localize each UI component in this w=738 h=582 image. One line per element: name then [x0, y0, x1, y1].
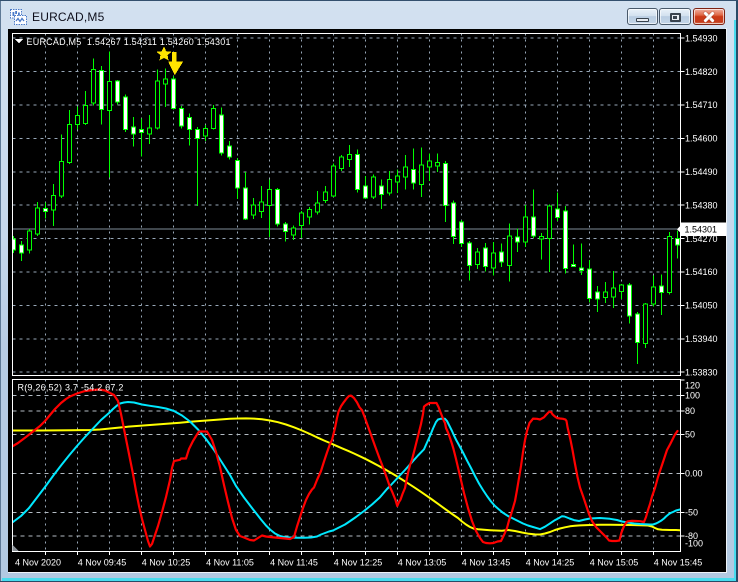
svg-text:4 Nov 12:25: 4 Nov 12:25: [334, 558, 383, 568]
svg-text:1.54600: 1.54600: [685, 134, 718, 144]
svg-text:4 Nov 11:05: 4 Nov 11:05: [206, 558, 254, 568]
svg-text:100: 100: [685, 391, 700, 401]
svg-text:4 Nov 09:45: 4 Nov 09:45: [78, 558, 127, 568]
svg-text:1.54710: 1.54710: [685, 100, 718, 110]
svg-text:4 Nov 14:25: 4 Nov 14:25: [526, 558, 575, 568]
svg-text:4 Nov 15:05: 4 Nov 15:05: [590, 558, 639, 568]
svg-text:4 Nov 10:25: 4 Nov 10:25: [142, 558, 191, 568]
svg-text:50: 50: [685, 430, 695, 440]
svg-text:R(9,26,52) 3.7 -54.2 67.2: R(9,26,52) 3.7 -54.2 67.2: [18, 383, 124, 393]
svg-text:1.54930: 1.54930: [685, 33, 718, 43]
svg-text:1.54490: 1.54490: [685, 167, 718, 177]
svg-text:-50: -50: [685, 508, 698, 518]
svg-text:-100: -100: [685, 539, 703, 549]
svg-text:4 Nov 2020: 4 Nov 2020: [15, 558, 61, 568]
svg-text:1.53940: 1.53940: [685, 334, 718, 344]
svg-text:4 Nov 13:45: 4 Nov 13:45: [462, 558, 511, 568]
svg-text:1.53830: 1.53830: [685, 367, 718, 377]
svg-text:120: 120: [685, 381, 700, 391]
svg-text:1.54050: 1.54050: [685, 301, 718, 311]
svg-text:4 Nov 15:45: 4 Nov 15:45: [654, 558, 703, 568]
svg-text:4 Nov 13:05: 4 Nov 13:05: [398, 558, 447, 568]
svg-text:1.54160: 1.54160: [685, 267, 718, 277]
svg-text:4 Nov 11:45: 4 Nov 11:45: [270, 558, 318, 568]
svg-text:1.54820: 1.54820: [685, 67, 718, 77]
svg-text:1.54301: 1.54301: [685, 224, 718, 234]
svg-text:EURCAD,M5 1.54267 1.54311 1.5: EURCAD,M5 1.54267 1.54311 1.54260 1.5430…: [27, 37, 231, 47]
svg-text:0.00: 0.00: [685, 469, 703, 479]
svg-text:80: 80: [685, 406, 695, 416]
svg-text:1.54380: 1.54380: [685, 200, 718, 210]
